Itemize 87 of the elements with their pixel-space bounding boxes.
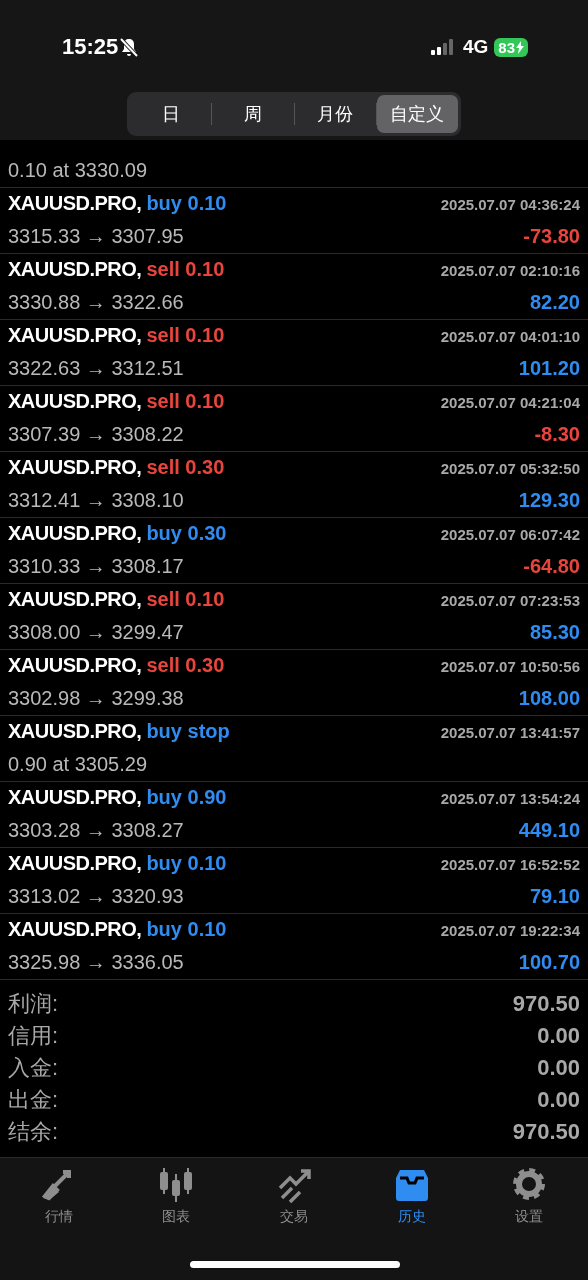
trade-time: 2025.07.07 02:10:16 [440, 262, 580, 279]
symbol-name: XAUUSD.PRO, [8, 324, 142, 346]
symbol-name: XAUUSD.PRO, [8, 192, 142, 214]
trend-icon [276, 1166, 312, 1204]
profit-value: 449.10 [518, 819, 580, 842]
symbol-name: XAUUSD.PRO, [8, 786, 142, 808]
order-detail: 0.90 at 3305.29 [8, 753, 147, 776]
bolt-icon [516, 40, 524, 54]
trade-time: 2025.07.07 13:54:24 [440, 790, 580, 807]
profit-value: 101.20 [518, 357, 580, 380]
summary-value: 970.50 [512, 991, 580, 1017]
trade-type: buy 0.10 [146, 192, 227, 214]
tab-item[interactable]: 交易 [235, 1166, 353, 1226]
profit-value: -8.30 [534, 423, 580, 446]
profit-value: -73.80 [523, 225, 580, 248]
profit-value: 108.00 [518, 687, 580, 710]
price-change: 3312.41 → 3308.10 [8, 489, 184, 512]
profit-value: 85.30 [529, 621, 580, 644]
trade-time: 2025.07.07 04:01:10 [440, 328, 580, 345]
signal-icon [430, 39, 455, 55]
profit-value: 100.70 [518, 951, 580, 974]
trade-time: 2025.07.07 19:22:34 [440, 922, 580, 939]
trade-time: 2025.07.07 16:52:52 [440, 856, 580, 873]
trade-type: buy 0.10 [146, 918, 227, 940]
price-change: 3303.28 → 3308.27 [8, 819, 184, 842]
summary-label: 信用: [8, 1022, 59, 1050]
trade-type: sell 0.10 [146, 258, 225, 280]
profit-value: -64.80 [523, 555, 580, 578]
trade-type: sell 0.30 [146, 456, 225, 478]
price-change: 3315.33 → 3307.95 [8, 225, 184, 248]
symbol-name: XAUUSD.PRO, [8, 390, 142, 412]
summary-label: 利润: [8, 990, 59, 1018]
trade-type: sell 0.10 [146, 390, 225, 412]
price-change: 3307.39 → 3308.22 [8, 423, 184, 446]
summary-value: 0.00 [537, 1023, 580, 1049]
summary-value: 970.50 [512, 1119, 580, 1145]
trade-type: buy 0.30 [146, 522, 227, 544]
trade-type: sell 0.10 [146, 324, 225, 346]
period-tab[interactable]: 月份 [294, 95, 376, 133]
price-change: 3302.98 → 3299.38 [8, 687, 184, 710]
trade-time: 2025.07.07 04:21:04 [440, 394, 580, 411]
tab-item[interactable]: 历史 [352, 1166, 471, 1226]
trade-time: 2025.07.07 04:36:24 [440, 196, 580, 213]
order-detail: 0.10 at 3330.09 [8, 159, 148, 182]
trade-type: sell 0.10 [146, 588, 225, 610]
summary-label: 结余: [8, 1118, 59, 1146]
bell-slash-icon [118, 36, 141, 58]
trade-type: buy stop [146, 720, 230, 742]
period-tab[interactable]: 自定义 [376, 95, 458, 133]
network-type: 4G [462, 36, 489, 58]
price-change: 3310.33 → 3308.17 [8, 555, 184, 578]
clock-time: 15:25 [62, 34, 119, 60]
period-tab[interactable]: 周 [212, 95, 294, 133]
candlestick-icon [158, 1166, 195, 1204]
trade-time: 2025.07.07 05:32:50 [440, 460, 580, 477]
summary-value: 0.00 [537, 1087, 580, 1113]
price-change: 3322.63 → 3312.51 [8, 357, 184, 380]
summary-value: 0.00 [537, 1055, 580, 1081]
profit-value: 79.10 [529, 885, 580, 908]
period-tab[interactable]: 日 [130, 95, 212, 133]
tab-item[interactable]: 设置 [470, 1166, 588, 1226]
trade-type: sell 0.30 [146, 654, 225, 676]
tab-item[interactable]: 图表 [117, 1166, 236, 1226]
symbol-name: XAUUSD.PRO, [8, 522, 142, 544]
tab-item[interactable]: 行情 [0, 1166, 118, 1226]
symbol-name: XAUUSD.PRO, [8, 852, 142, 874]
price-change: 3308.00 → 3299.47 [8, 621, 184, 644]
trade-time: 2025.07.07 10:50:56 [440, 658, 580, 675]
price-change: 3325.98 → 3336.05 [8, 951, 184, 974]
trade-type: buy 0.90 [146, 786, 227, 808]
summary-label: 出金: [8, 1086, 59, 1114]
price-change: 3330.88 → 3322.66 [8, 291, 184, 314]
symbol-name: XAUUSD.PRO, [8, 720, 142, 742]
symbol-name: XAUUSD.PRO, [8, 456, 142, 478]
summary-label: 入金: [8, 1054, 59, 1082]
trade-type: buy 0.10 [146, 852, 227, 874]
trade-time: 2025.07.07 06:07:42 [440, 526, 580, 543]
symbol-name: XAUUSD.PRO, [8, 918, 142, 940]
symbol-name: XAUUSD.PRO, [8, 258, 142, 280]
profit-value: 129.30 [518, 489, 580, 512]
profit-value: 82.20 [529, 291, 580, 314]
trade-time: 2025.07.07 07:23:53 [440, 592, 580, 609]
symbol-name: XAUUSD.PRO, [8, 588, 142, 610]
battery-indicator: 83 [494, 37, 528, 57]
price-change: 3313.02 → 3320.93 [8, 885, 184, 908]
trade-time: 2025.07.07 13:41:57 [440, 724, 580, 741]
symbol-name: XAUUSD.PRO, [8, 654, 142, 676]
